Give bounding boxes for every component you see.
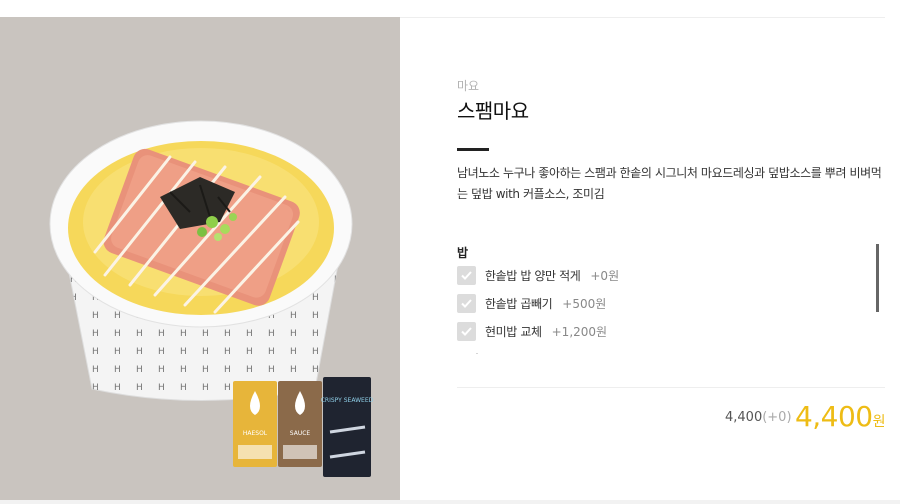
svg-text:HAESOL: HAESOL bbox=[243, 430, 268, 437]
option-group-heading-partial: 토핑 bbox=[457, 351, 479, 354]
seaweed-packet: CRISPY SEAWEED bbox=[321, 377, 374, 477]
product-category: 마요 bbox=[457, 79, 480, 93]
svg-text:CRISPY SEAWEED: CRISPY SEAWEED bbox=[321, 397, 374, 404]
spam-mayo-bowl-illustration: HAESOL SAUCE CRISPY SEAWEED bbox=[49, 120, 374, 477]
options-list[interactable]: 밥 한솥밥 밥 양만 적게 +0원 한솥밥 곱빼기 +500원 현미밥 교체 +… bbox=[457, 242, 879, 354]
option-item[interactable]: 현미밥 교체 +1,200원 bbox=[457, 320, 607, 342]
option-group-heading: 밥 bbox=[457, 246, 469, 260]
check-icon bbox=[461, 298, 472, 308]
option-item[interactable]: 한솥밥 곱빼기 +500원 bbox=[457, 292, 606, 314]
total-price-value: 4,400 bbox=[794, 400, 873, 433]
option-extra-price: (+0) bbox=[762, 410, 792, 425]
option-name: 한솥밥 곱빼기 bbox=[485, 296, 553, 311]
title-underline bbox=[457, 148, 489, 151]
checkbox[interactable] bbox=[457, 321, 476, 341]
product-detail: 마요 스팸마요 남녀노소 누구나 좋아하는 스팸과 한솥의 시그니처 마요드레싱… bbox=[457, 0, 887, 504]
option-item[interactable]: 한솥밥 밥 양만 적게 +0원 bbox=[457, 264, 619, 286]
option-price: +500원 bbox=[562, 296, 607, 311]
sauce-packet-brown: SAUCE bbox=[278, 381, 322, 467]
total-price: 4,400원 bbox=[794, 400, 886, 433]
options-scrollbar[interactable] bbox=[876, 244, 879, 354]
product-description: 남녀노소 누구나 좋아하는 스팸과 한솥의 시그니처 마요드레싱과 덮밥소스를 … bbox=[457, 166, 882, 201]
checkbox[interactable] bbox=[457, 293, 476, 313]
base-price-value: 4,400 bbox=[725, 410, 763, 425]
base-price: 4,400(+0) bbox=[725, 410, 792, 425]
product-image: HAESOL SAUCE CRISPY SEAWEED bbox=[0, 17, 400, 504]
checkbox[interactable] bbox=[457, 265, 476, 285]
sauce-packet-yellow: HAESOL bbox=[233, 381, 277, 467]
currency-unit: 원 bbox=[872, 414, 886, 430]
svg-text:SAUCE: SAUCE bbox=[290, 430, 311, 437]
price-divider bbox=[457, 387, 885, 388]
product-title: 스팸마요 bbox=[457, 99, 529, 123]
scrollbar-thumb[interactable] bbox=[876, 244, 879, 312]
option-name: 한솥밥 밥 양만 적게 bbox=[485, 268, 581, 283]
option-name: 현미밥 교체 bbox=[485, 324, 542, 339]
option-price: +1,200원 bbox=[551, 324, 608, 339]
option-price: +0원 bbox=[590, 268, 620, 283]
check-icon bbox=[461, 270, 472, 280]
check-icon bbox=[461, 326, 472, 336]
